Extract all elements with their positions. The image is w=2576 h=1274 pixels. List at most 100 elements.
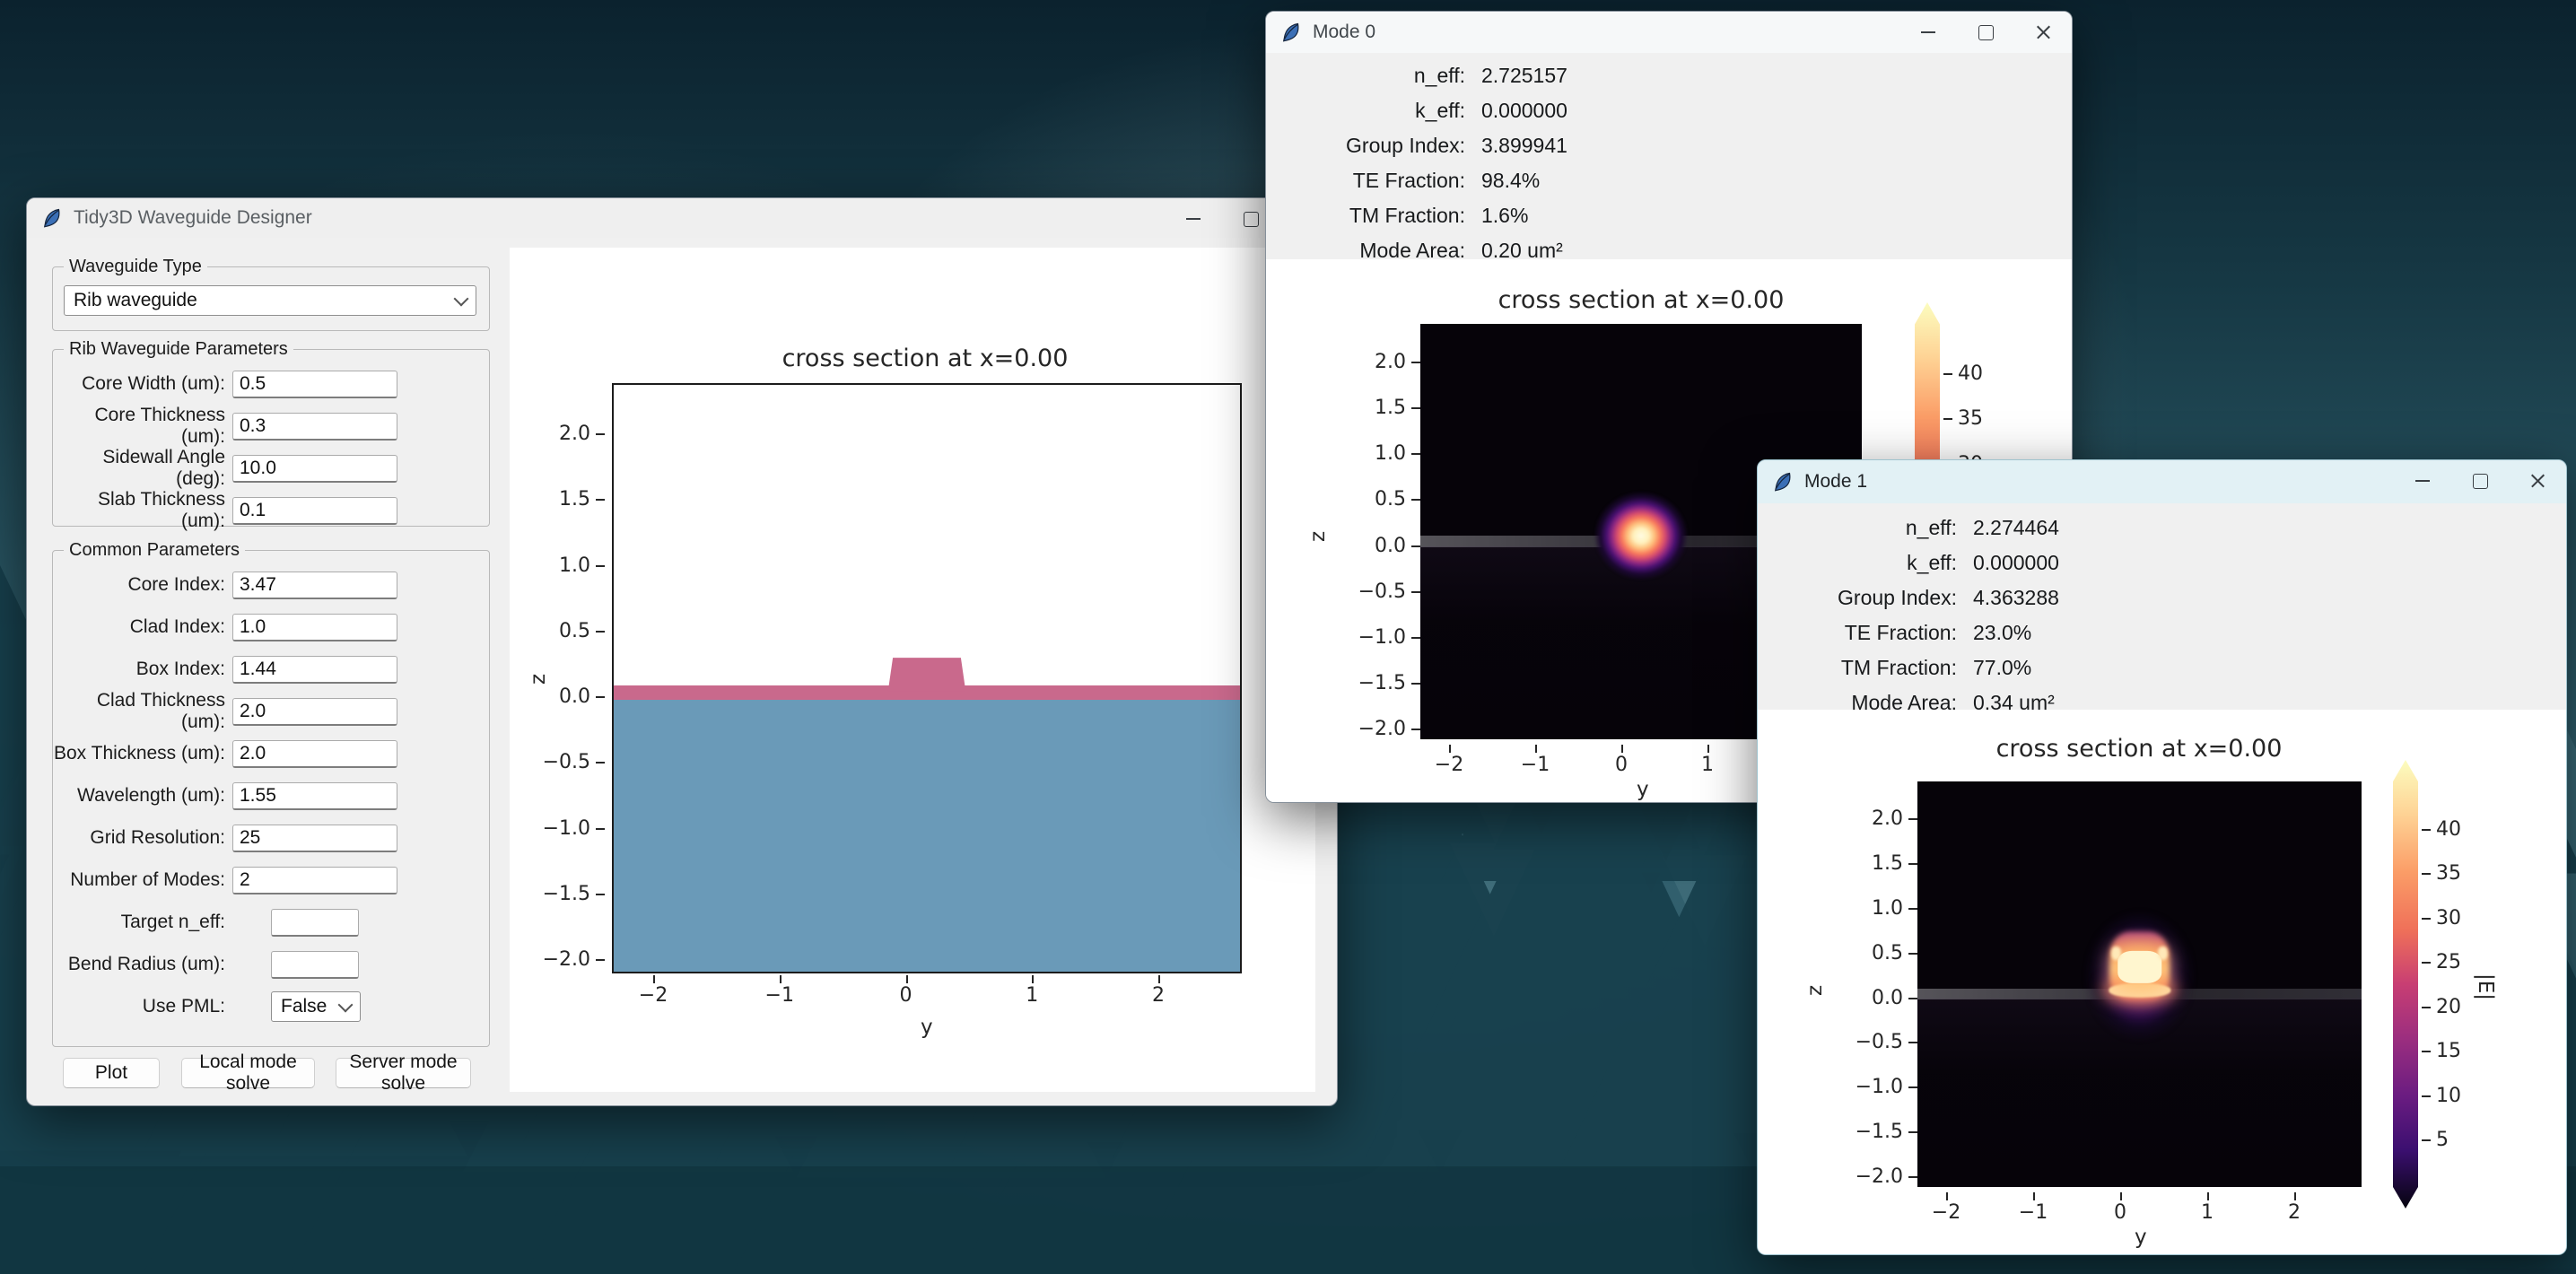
stat-label: n_eff:	[1266, 64, 1465, 88]
close-button[interactable]	[2014, 12, 2072, 53]
minimize-button[interactable]	[2394, 460, 2451, 502]
main-titlebar[interactable]: Tidy3D Waveguide Designer	[27, 198, 1337, 238]
tick-label: 1.5	[510, 490, 605, 510]
core-width-input[interactable]	[232, 371, 397, 398]
tick-label: 2	[2275, 1192, 2314, 1225]
stat-value: 2.725157	[1481, 64, 1567, 88]
main-window-title: Tidy3D Waveguide Designer	[74, 207, 312, 229]
core-thickness-input[interactable]	[232, 413, 397, 441]
app-feather-icon	[1772, 471, 1794, 493]
tick-label: 0.5	[510, 622, 605, 641]
maximize-button[interactable]	[2451, 460, 2509, 502]
waveguide-type-value: Rib waveguide	[74, 290, 197, 311]
plot-title: cross section at x=0.00	[1498, 286, 1785, 314]
chevron-down-icon	[338, 997, 354, 1012]
grid-resolution-input[interactable]	[232, 825, 397, 852]
tick-label: −1.5	[1822, 1122, 1917, 1142]
mode1-field-horn-right	[2158, 947, 2168, 961]
use-pml-value: False	[281, 996, 327, 1017]
field-row: Slab Thickness (um):	[53, 496, 489, 525]
mode1-field-base-lobe	[2109, 983, 2170, 998]
tick-label: −1.5	[510, 885, 605, 904]
tick-label: −1	[760, 975, 799, 1008]
chevron-down-icon	[454, 291, 469, 306]
use-pml-dropdown[interactable]: False	[271, 991, 361, 1022]
clad-thickness-input[interactable]	[232, 698, 397, 726]
minimize-icon	[1186, 218, 1201, 220]
mode0-stats: n_eff:2.725157 k_eff:0.000000 Group Inde…	[1266, 64, 1567, 263]
box-thickness-input[interactable]	[232, 740, 397, 768]
minimize-button[interactable]	[1899, 12, 1957, 53]
tick-label: 1	[2187, 1192, 2227, 1225]
field-label: Core Index:	[53, 574, 225, 596]
sidewall-angle-input[interactable]	[232, 455, 397, 483]
wavelength-input[interactable]	[232, 782, 397, 810]
mode1-stats: n_eff:2.274464 k_eff:0.000000 Group Inde…	[1758, 516, 2059, 715]
maximize-button[interactable]	[1957, 12, 2014, 53]
mode0-titlebar[interactable]: Mode 0	[1266, 12, 2072, 53]
tick-label: 40	[1943, 364, 1983, 384]
tick-label: 0.0	[510, 687, 605, 707]
clad-index-input[interactable]	[232, 614, 397, 641]
mode1-titlebar[interactable]: Mode 1	[1758, 460, 2566, 503]
tick-label: −2	[1429, 745, 1469, 777]
bend-radius-input[interactable]	[271, 951, 359, 979]
colorbar	[2393, 760, 2418, 1209]
close-button[interactable]	[2509, 460, 2566, 502]
field-label: Target n_eff:	[53, 912, 225, 933]
field-row: Sidewall Angle (deg):	[53, 454, 489, 483]
geometry-axes	[612, 383, 1242, 973]
tick-label: 2	[1139, 975, 1178, 1008]
tick-label: 0	[1602, 745, 1641, 777]
y-axis-label: z	[1306, 531, 1330, 542]
tick-label: 1.5	[1325, 398, 1420, 418]
number-of-modes-input[interactable]	[232, 867, 397, 894]
x-axis-ticks: −2−1012	[1429, 745, 1813, 777]
x-axis-label: y	[921, 1016, 933, 1039]
field-label: Core Thickness (um):	[53, 405, 225, 448]
mode1-field-axes	[1917, 781, 2362, 1187]
stat-value: 0.000000	[1973, 551, 2059, 575]
mode1-window-title: Mode 1	[1804, 471, 1867, 493]
field-label: Wavelength (um):	[53, 785, 225, 807]
group-label: Rib Waveguide Parameters	[64, 339, 293, 360]
waveguide-type-dropdown[interactable]: Rib waveguide	[64, 285, 476, 316]
box-index-input[interactable]	[232, 656, 397, 684]
target-neff-input[interactable]	[271, 909, 359, 937]
minimize-button[interactable]	[1165, 198, 1222, 240]
local-mode-solve-button[interactable]: Local mode solve	[181, 1058, 315, 1088]
app-feather-icon	[1280, 22, 1302, 43]
stat-label: Group Index:	[1758, 586, 1957, 610]
plot-title: cross section at x=0.00	[1996, 735, 2283, 763]
slab-thickness-input[interactable]	[232, 497, 397, 525]
tick-label: 1.0	[1822, 899, 1917, 919]
maximize-icon	[1244, 212, 1259, 227]
box-substrate-region	[614, 698, 1240, 972]
tick-label: 40	[2422, 820, 2461, 840]
field-row: Clad Thickness (um):	[53, 697, 489, 726]
field-label: Box Thickness (um):	[53, 743, 225, 764]
field-label: Grid Resolution:	[53, 827, 225, 849]
field-label: Sidewall Angle (deg):	[53, 447, 225, 490]
stat-value: 23.0%	[1973, 621, 2059, 645]
tick-label: 35	[2422, 864, 2461, 884]
plot-title: cross section at x=0.00	[782, 345, 1069, 372]
tick-label: 1.5	[1822, 854, 1917, 874]
tick-label: −2	[633, 975, 673, 1008]
field-row: Clad Index:	[53, 613, 489, 641]
tick-label: 20	[2422, 998, 2461, 1017]
stat-label: TM Fraction:	[1266, 204, 1465, 228]
tick-label: −2	[1926, 1192, 1966, 1225]
field-row: Grid Resolution:	[53, 824, 489, 852]
tick-label: −0.5	[510, 753, 605, 772]
field-label: Bend Radius (um):	[53, 954, 225, 975]
field-row: Wavelength (um):	[53, 781, 489, 810]
mode1-field-horn-left	[2111, 947, 2121, 961]
tick-label: 1.0	[1325, 444, 1420, 464]
stat-label: k_eff:	[1266, 99, 1465, 123]
tick-label: −1.0	[1325, 628, 1420, 648]
field-row: Box Thickness (um):	[53, 739, 489, 768]
core-index-input[interactable]	[232, 572, 397, 599]
plot-button[interactable]: Plot	[63, 1058, 160, 1088]
server-mode-solve-button[interactable]: Server mode solve	[336, 1058, 471, 1088]
